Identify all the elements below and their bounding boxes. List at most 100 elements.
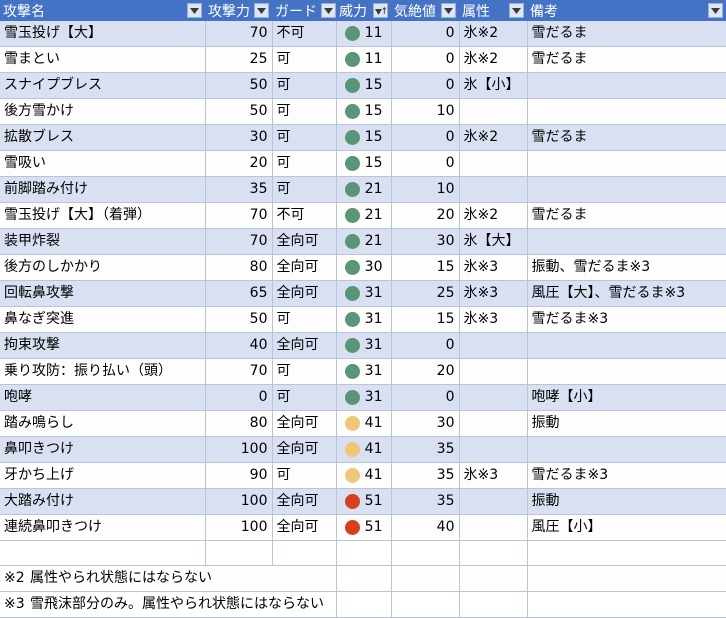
cell-stun-value: 20 <box>391 202 460 229</box>
spacer-cell <box>336 540 392 566</box>
cell-attack-name: 踏み鳴らし <box>0 410 206 437</box>
table-row[interactable]: 鼻叩きつけ 100 全向可 41 35 <box>0 436 726 463</box>
power-level-dot-icon <box>344 338 360 353</box>
cell-power-value: 41 <box>364 441 383 457</box>
filter-dropdown-icon-guard[interactable] <box>321 3 336 18</box>
cell-guard: 不可 <box>272 21 337 47</box>
cell-power: 11 <box>336 21 392 47</box>
cell-attack-name: 雪まとい <box>0 46 206 73</box>
table-row[interactable]: 前脚踏み付け 35 可 21 10 <box>0 176 726 203</box>
cell-element: 氷※2 <box>459 202 528 229</box>
cell-attack-power: 70 <box>205 21 273 47</box>
footnote-row: ※2 属性やられ状態にはならない <box>0 565 726 592</box>
cell-element: 氷※2 <box>459 124 528 151</box>
cell-remarks: 咆哮【小】 <box>527 384 726 411</box>
cell-element: 氷※2 <box>459 46 528 73</box>
cell-remarks <box>527 176 726 203</box>
cell-power-value: 51 <box>364 519 383 535</box>
cell-power: 51 <box>336 514 392 541</box>
table-row[interactable]: 雪まとい 25 可 11 0 氷※2 雪だるま <box>0 46 726 73</box>
table-row[interactable]: 雪吸い 20 可 15 0 <box>0 150 726 177</box>
cell-remarks: 振動 <box>527 488 726 515</box>
power-level-dot-icon <box>344 286 360 301</box>
table-row[interactable]: スナイプブレス 50 可 15 0 氷【小】 <box>0 72 726 99</box>
cell-remarks <box>527 436 726 463</box>
cell-power: 21 <box>336 176 392 203</box>
table-row[interactable]: 踏み鳴らし 80 全向可 41 30 振動 <box>0 410 726 437</box>
column-header-remarks[interactable]: 備考 <box>527 0 726 21</box>
cell-attack-name: 後方雪かけ <box>0 98 206 125</box>
column-header-name[interactable]: 攻撃名 <box>0 0 205 21</box>
cell-element <box>459 514 528 541</box>
column-header-stun[interactable]: 気絶値 <box>391 0 459 21</box>
column-header-attack-label: 攻撃力 <box>208 3 250 20</box>
cell-attack-power: 50 <box>205 306 273 333</box>
table-row[interactable]: 連続鼻叩きつけ 100 全向可 51 40 風圧【小】 <box>0 514 726 541</box>
cell-power: 41 <box>336 410 392 437</box>
cell-stun-value: 0 <box>391 21 460 47</box>
cell-stun-value: 35 <box>391 462 460 489</box>
table-row[interactable]: 拡散ブレス 30 可 15 0 氷※2 雪だるま <box>0 124 726 151</box>
cell-remarks: 雪だるま <box>527 46 726 73</box>
cell-guard: 全向可 <box>272 254 337 281</box>
power-level-dot-icon <box>344 520 360 535</box>
column-header-attack[interactable]: 攻撃力 <box>205 0 272 21</box>
filter-dropdown-icon-remarks[interactable] <box>708 3 723 18</box>
column-header-element[interactable]: 属性 <box>459 0 527 21</box>
cell-remarks: 振動、雪だるま※3 <box>527 254 726 281</box>
cell-element <box>459 176 528 203</box>
footnote-empty-cell <box>459 591 528 618</box>
cell-attack-name: 乗り攻防：振り払い（頭） <box>0 358 206 385</box>
cell-remarks <box>527 358 726 385</box>
filter-dropdown-icon-attack[interactable] <box>254 3 269 18</box>
cell-attack-power: 0 <box>205 384 273 411</box>
table-row[interactable]: 鼻なぎ突進 50 可 31 15 氷※3 雪だるま※3 <box>0 306 726 333</box>
cell-power-value: 31 <box>364 363 383 379</box>
cell-power-value: 11 <box>364 51 383 67</box>
power-level-dot-icon <box>344 26 360 41</box>
cell-power: 21 <box>336 202 392 229</box>
table-row[interactable]: 後方雪かけ 50 可 15 10 <box>0 98 726 125</box>
power-level-dot-icon <box>344 208 360 223</box>
cell-power-value: 30 <box>364 259 383 275</box>
column-header-guard[interactable]: ガード <box>272 0 336 21</box>
cell-stun-value: 30 <box>391 228 460 255</box>
cell-power-value: 15 <box>364 77 383 93</box>
table-row[interactable]: 回転鼻攻撃 65 全向可 31 25 氷※3 風圧【大】、雪だるま※3 <box>0 280 726 307</box>
filter-dropdown-icon-element[interactable] <box>509 3 524 18</box>
table-row[interactable]: 乗り攻防：振り払い（頭） 70 可 31 20 <box>0 358 726 385</box>
table-row[interactable]: 牙かち上げ 90 可 41 35 氷※3 雪だるま※3 <box>0 462 726 489</box>
filter-dropdown-icon-stun[interactable] <box>441 3 456 18</box>
cell-stun-value: 10 <box>391 176 460 203</box>
cell-power: 31 <box>336 306 392 333</box>
cell-remarks: 雪だるま※3 <box>527 306 726 333</box>
table-row[interactable]: 雪玉投げ【大】（着弾） 70 不可 21 20 氷※2 雪だるま <box>0 202 726 229</box>
cell-power-value: 31 <box>364 389 383 405</box>
footnote-empty-cell <box>391 591 460 618</box>
column-header-power[interactable]: 威力 <box>336 0 391 21</box>
table-row[interactable]: 後方のしかかり 80 全向可 30 15 氷※3 振動、雪だるま※3 <box>0 254 726 281</box>
table-row[interactable]: 雪玉投げ【大】 70 不可 11 0 氷※2 雪だるま <box>0 21 726 47</box>
cell-power: 51 <box>336 488 392 515</box>
power-level-dot-icon <box>344 416 360 431</box>
filter-dropdown-icon-name[interactable] <box>187 3 202 18</box>
cell-remarks: 雪だるま <box>527 202 726 229</box>
cell-remarks <box>527 150 726 177</box>
table-row[interactable]: 拘束攻撃 40 全向可 31 0 <box>0 332 726 359</box>
cell-guard: 可 <box>272 72 337 99</box>
cell-power-value: 21 <box>364 207 383 223</box>
cell-element: 氷※3 <box>459 462 528 489</box>
table-row[interactable]: 装甲炸裂 70 全向可 21 30 氷【大】 <box>0 228 726 255</box>
column-header-stun-label: 気絶値 <box>394 3 436 20</box>
cell-power: 31 <box>336 384 392 411</box>
cell-power-value: 31 <box>364 337 383 353</box>
filter-sort-ascending-icon-power[interactable] <box>373 3 388 18</box>
table-row[interactable]: 咆哮 0 可 31 0 咆哮【小】 <box>0 384 726 411</box>
cell-element <box>459 332 528 359</box>
cell-attack-name: 回転鼻攻撃 <box>0 280 206 307</box>
cell-power-value: 21 <box>364 233 383 249</box>
cell-attack-power: 70 <box>205 228 273 255</box>
cell-guard: 可 <box>272 98 337 125</box>
table-row[interactable]: 大踏み付け 100 全向可 51 35 振動 <box>0 488 726 515</box>
column-header-element-label: 属性 <box>462 3 490 20</box>
